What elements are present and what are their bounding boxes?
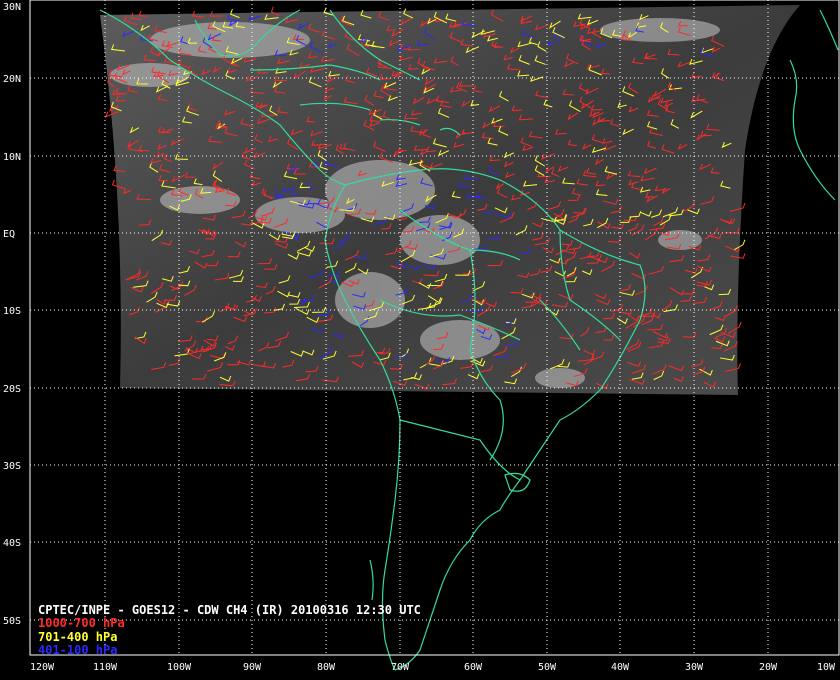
lon-tick-label: 120W — [30, 662, 55, 673]
legend-mid-level: 701-400 hPa — [38, 630, 118, 644]
lat-tick-label: 30N — [3, 2, 21, 13]
lon-tick-label: 60W — [464, 662, 483, 673]
lon-tick-label: 20W — [759, 662, 778, 673]
lon-tick-label: 80W — [317, 662, 336, 673]
latitude-axis: 30N 20N 10N EQ 10S 20S 30S 40S 50S — [3, 2, 21, 627]
lon-tick-label: 40W — [611, 662, 630, 673]
lon-tick-label: 50W — [538, 662, 557, 673]
lon-tick-label: 10W — [817, 662, 836, 673]
map-title: CPTEC/INPE - GOES12 - CDW CH4 (IR) 20100… — [38, 603, 421, 617]
lon-tick-label: 100W — [167, 662, 192, 673]
lat-tick-label: 50S — [3, 616, 21, 627]
lat-tick-label: 10S — [3, 306, 21, 317]
lat-tick-label: 20S — [3, 384, 21, 395]
lat-tick-label: 40S — [3, 538, 21, 549]
lat-tick-label: 30S — [3, 461, 21, 472]
satellite-wind-map: 30N 20N 10N EQ 10S 20S 30S 40S 50S 120W 110W 100W 9… — [3, 0, 840, 673]
lon-tick-label: 90W — [243, 662, 262, 673]
longitude-axis: 120W 110W 100W 90W 80W 70W 60W 50W 40W 30W 20W 10W — [30, 662, 836, 673]
lat-tick-label: 10N — [3, 152, 21, 163]
legend-high-level: 401-100 hPa — [38, 643, 118, 657]
lat-tick-label: 20N — [3, 74, 21, 85]
lon-tick-label: 30W — [685, 662, 704, 673]
legend-low-level: 1000-700 hPa — [38, 616, 125, 630]
lat-tick-label: EQ — [3, 229, 15, 240]
lon-tick-label: 70W — [391, 662, 410, 673]
lon-tick-label: 110W — [93, 662, 118, 673]
